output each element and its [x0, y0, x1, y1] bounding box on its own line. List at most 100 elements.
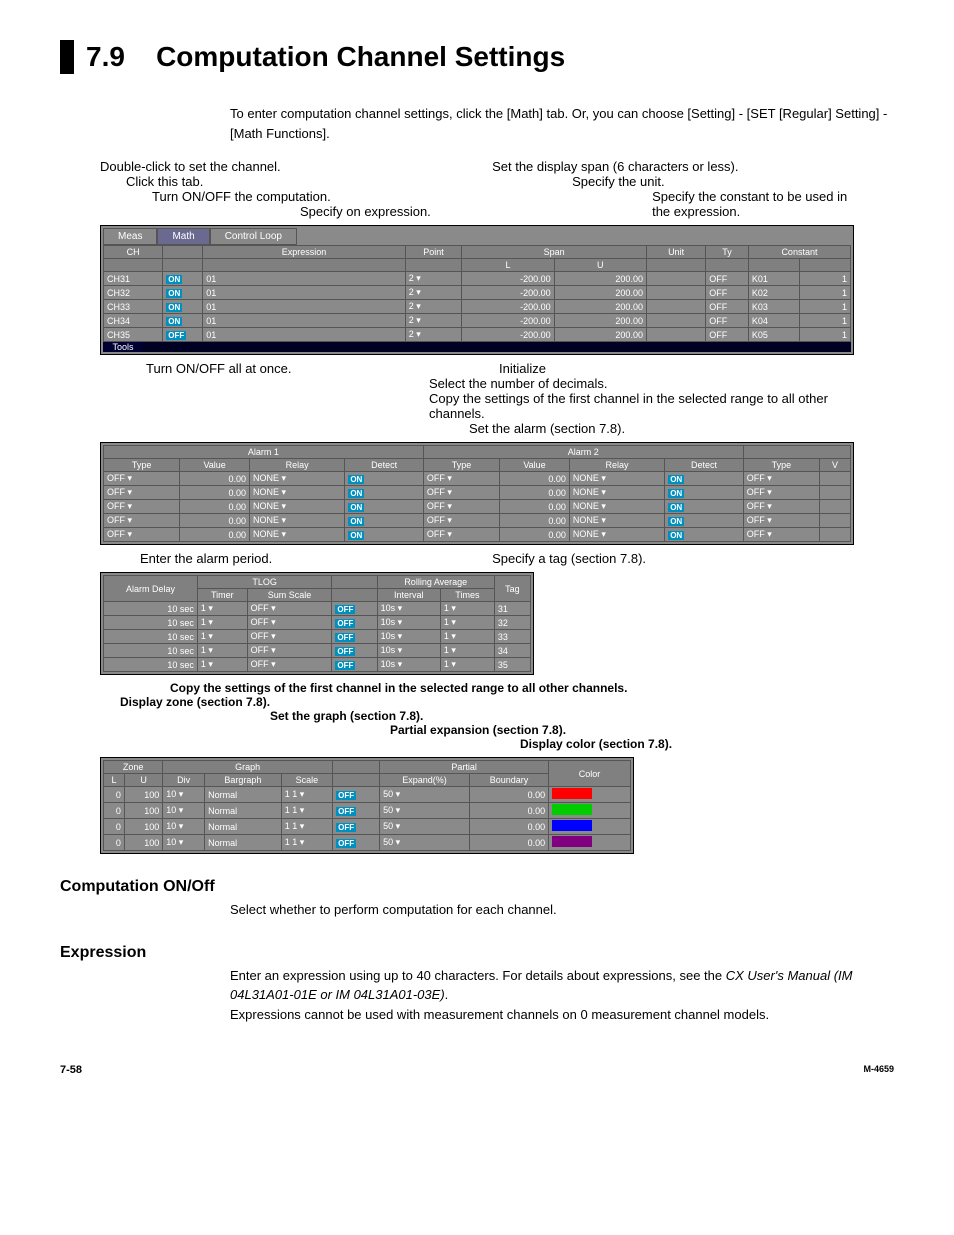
cell-ch[interactable]: CH34: [104, 314, 163, 328]
cell-unit[interactable]: [646, 286, 705, 300]
cell-ch[interactable]: CH32: [104, 286, 163, 300]
cell-alarm1-relay[interactable]: NONE ▾: [250, 486, 345, 500]
cell-boundary[interactable]: 0.00: [469, 787, 548, 803]
cell-tag[interactable]: 35: [494, 658, 530, 672]
cell-alarm3-value[interactable]: [819, 528, 850, 542]
cell-alarm-delay[interactable]: 10 sec: [104, 644, 198, 658]
cell-alarm-delay[interactable]: 10 sec: [104, 616, 198, 630]
cell-times[interactable]: 1 ▾: [440, 616, 494, 630]
cell-ty[interactable]: OFF: [706, 286, 749, 300]
cell-span-l[interactable]: -200.00: [462, 286, 554, 300]
cell-zone-u[interactable]: 100: [124, 819, 162, 835]
cell-kv[interactable]: 1: [799, 314, 850, 328]
cell-alarm3-type[interactable]: OFF ▾: [743, 528, 819, 542]
cell-point[interactable]: 2 ▾: [405, 286, 462, 300]
cell-scale[interactable]: 1 1 ▾: [281, 803, 332, 819]
cell-partial-toggle[interactable]: OFF: [333, 803, 380, 819]
cell-alarm2-detect[interactable]: ON: [665, 500, 744, 514]
cell-ra-toggle[interactable]: OFF: [332, 658, 377, 672]
cell-alarm1-relay[interactable]: NONE ▾: [250, 472, 345, 486]
cell-alarm1-type[interactable]: OFF ▾: [104, 528, 180, 542]
cell-expand[interactable]: 50 ▾: [380, 835, 470, 851]
cell-tag[interactable]: 33: [494, 630, 530, 644]
cell-boundary[interactable]: 0.00: [469, 835, 548, 851]
cell-unit[interactable]: [646, 300, 705, 314]
cell-alarm2-type[interactable]: OFF ▾: [423, 500, 499, 514]
cell-div[interactable]: 10 ▾: [163, 819, 205, 835]
cell-color[interactable]: [549, 803, 631, 819]
cell-kv[interactable]: 1: [799, 328, 850, 342]
cell-bar[interactable]: Normal: [205, 835, 282, 851]
cell-alarm1-value[interactable]: 0.00: [180, 514, 250, 528]
cell-alarm1-detect[interactable]: ON: [345, 500, 424, 514]
cell-alarm3-type[interactable]: OFF ▾: [743, 500, 819, 514]
cell-alarm3-value[interactable]: [819, 486, 850, 500]
toggle-on-off[interactable]: ON: [163, 272, 203, 286]
cell-expand[interactable]: 50 ▾: [380, 803, 470, 819]
footer-tools[interactable]: Tools: [103, 342, 143, 352]
color-swatch[interactable]: [552, 788, 592, 799]
cell-interval[interactable]: 10s ▾: [377, 630, 440, 644]
cell-alarm2-type[interactable]: OFF ▾: [423, 486, 499, 500]
cell-interval[interactable]: 10s ▾: [377, 602, 440, 616]
cell-interval[interactable]: 10s ▾: [377, 658, 440, 672]
cell-kv[interactable]: 1: [799, 300, 850, 314]
cell-alarm2-value[interactable]: 0.00: [500, 514, 570, 528]
cell-span-u[interactable]: 200.00: [554, 314, 646, 328]
cell-alarm2-detect[interactable]: ON: [665, 528, 744, 542]
cell-alarm2-type[interactable]: OFF ▾: [423, 528, 499, 542]
cell-alarm1-value[interactable]: 0.00: [180, 500, 250, 514]
toggle-on-off[interactable]: OFF: [163, 328, 203, 342]
cell-timer[interactable]: 1 ▾: [197, 602, 247, 616]
cell-unit[interactable]: [646, 272, 705, 286]
cell-zone-u[interactable]: 100: [124, 787, 162, 803]
cell-bar[interactable]: Normal: [205, 787, 282, 803]
cell-alarm2-type[interactable]: OFF ▾: [423, 472, 499, 486]
cell-zone-l[interactable]: 0: [104, 819, 125, 835]
cell-times[interactable]: 1 ▾: [440, 602, 494, 616]
cell-ch[interactable]: CH33: [104, 300, 163, 314]
cell-alarm2-detect[interactable]: ON: [665, 486, 744, 500]
tab-meas[interactable]: Meas: [103, 228, 157, 245]
cell-expression[interactable]: 01: [203, 286, 406, 300]
cell-alarm1-type[interactable]: OFF ▾: [104, 500, 180, 514]
cell-ra-toggle[interactable]: OFF: [332, 616, 377, 630]
cell-scale[interactable]: 1 1 ▾: [281, 787, 332, 803]
cell-alarm1-value[interactable]: 0.00: [180, 528, 250, 542]
cell-interval[interactable]: 10s ▾: [377, 644, 440, 658]
cell-alarm1-detect[interactable]: ON: [345, 486, 424, 500]
cell-div[interactable]: 10 ▾: [163, 787, 205, 803]
cell-expression[interactable]: 01: [203, 328, 406, 342]
cell-span-u[interactable]: 200.00: [554, 272, 646, 286]
cell-sumscale[interactable]: OFF ▾: [247, 644, 332, 658]
cell-span-l[interactable]: -200.00: [462, 300, 554, 314]
cell-tag[interactable]: 31: [494, 602, 530, 616]
cell-alarm1-relay[interactable]: NONE ▾: [250, 514, 345, 528]
cell-zone-l[interactable]: 0: [104, 835, 125, 851]
cell-span-l[interactable]: -200.00: [462, 272, 554, 286]
cell-expression[interactable]: 01: [203, 314, 406, 328]
cell-alarm2-relay[interactable]: NONE ▾: [569, 472, 664, 486]
cell-zone-u[interactable]: 100: [124, 803, 162, 819]
cell-expression[interactable]: 01: [203, 272, 406, 286]
cell-div[interactable]: 10 ▾: [163, 835, 205, 851]
cell-alarm2-relay[interactable]: NONE ▾: [569, 528, 664, 542]
cell-zone-u[interactable]: 100: [124, 835, 162, 851]
cell-alarm2-relay[interactable]: NONE ▾: [569, 500, 664, 514]
tab-control[interactable]: Control Loop: [210, 228, 297, 245]
cell-color[interactable]: [549, 787, 631, 803]
cell-ra-toggle[interactable]: OFF: [332, 644, 377, 658]
cell-alarm1-value[interactable]: 0.00: [180, 472, 250, 486]
cell-alarm1-detect[interactable]: ON: [345, 528, 424, 542]
cell-alarm-delay[interactable]: 10 sec: [104, 658, 198, 672]
cell-unit[interactable]: [646, 328, 705, 342]
cell-alarm1-type[interactable]: OFF ▾: [104, 486, 180, 500]
cell-alarm2-detect[interactable]: ON: [665, 472, 744, 486]
cell-alarm-delay[interactable]: 10 sec: [104, 630, 198, 644]
toggle-on-off[interactable]: ON: [163, 300, 203, 314]
cell-interval[interactable]: 10s ▾: [377, 616, 440, 630]
cell-span-l[interactable]: -200.00: [462, 328, 554, 342]
cell-point[interactable]: 2 ▾: [405, 272, 462, 286]
cell-sumscale[interactable]: OFF ▾: [247, 616, 332, 630]
cell-alarm2-type[interactable]: OFF ▾: [423, 514, 499, 528]
